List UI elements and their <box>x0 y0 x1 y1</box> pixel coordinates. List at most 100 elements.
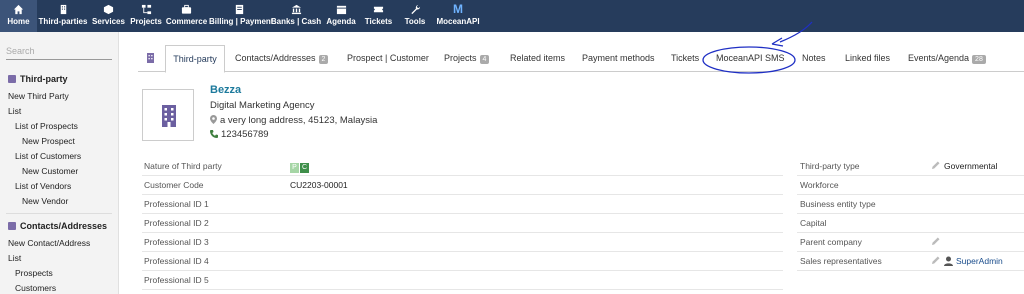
tab-payment-methods[interactable]: Payment methods <box>582 45 655 72</box>
phone-icon <box>210 130 218 138</box>
ticket-icon <box>373 6 384 13</box>
menu-tickets[interactable]: Tickets <box>360 0 397 32</box>
field-row: Parent company <box>797 233 1024 252</box>
field-row: Business entity type <box>797 195 1024 214</box>
thirdparty-name: Bezza <box>210 84 242 96</box>
briefcase-icon <box>181 4 192 14</box>
field-label: Professional ID 3 <box>144 237 209 247</box>
menu-moceanapi[interactable]: M MoceanAPI <box>433 0 483 32</box>
tab-label: Notes <box>802 53 826 63</box>
menu-services-label: Services <box>92 17 125 26</box>
pencil-icon[interactable] <box>932 237 940 245</box>
field-row: Sales representatives SuperAdmin <box>797 252 1024 271</box>
tab-tickets[interactable]: Tickets <box>671 45 699 72</box>
sidebar-item-new-third-party[interactable]: New Third Party <box>8 91 69 101</box>
tab-notes[interactable]: Notes <box>802 45 826 72</box>
thirdparty-phone[interactable]: 123456789 <box>210 129 269 140</box>
tab-third-party[interactable]: Third-party <box>165 45 225 73</box>
field-row: Third-party type Governmental <box>797 157 1024 176</box>
cube-icon <box>103 4 114 15</box>
field-row: Workforce <box>797 176 1024 195</box>
sidebar-item-new-prospect[interactable]: New Prospect <box>22 136 75 146</box>
tab-events-agenda[interactable]: Events/Agenda 28 <box>908 45 986 72</box>
field-label: Professional ID 4 <box>144 256 209 266</box>
address-text: a very long address, 45123, Malaysia <box>220 115 378 126</box>
menu-tools[interactable]: Tools <box>397 0 433 32</box>
menu-projects[interactable]: Projects <box>128 0 164 32</box>
field-label: Workforce <box>800 180 839 190</box>
sidebar-item-list-of-customers[interactable]: List of Customers <box>15 151 81 161</box>
field-row: Capital <box>797 214 1024 233</box>
sales-rep-link[interactable]: SuperAdmin <box>956 256 1003 266</box>
menu-home[interactable]: Home <box>0 0 37 32</box>
tab-label: Projects <box>444 53 477 63</box>
menu-tools-label: Tools <box>404 17 426 26</box>
sidebar-item-new-vendor[interactable]: New Vendor <box>22 196 68 206</box>
tab-label: Events/Agenda <box>908 53 970 63</box>
field-row: Professional ID 2 <box>142 214 783 233</box>
tab-projects[interactable]: Projects 4 <box>444 45 490 72</box>
field-row: Professional ID 4 <box>142 252 783 271</box>
menu-tickets-label: Tickets <box>364 17 393 26</box>
menu-banks-cash-label: Banks | Cash <box>270 17 322 26</box>
tab-related-items[interactable]: Related items <box>510 45 565 72</box>
tab-label: MoceanAPI SMS <box>716 53 785 63</box>
field-row: Customer Code CU2203-00001 <box>142 176 783 195</box>
menu-third-parties-label: Third-parties <box>38 17 88 26</box>
field-label: Capital <box>800 218 827 228</box>
building-icon <box>60 4 66 15</box>
menu-agenda[interactable]: Agenda <box>322 0 360 32</box>
thirdparty-address: a very long address, 45123, Malaysia <box>210 115 377 126</box>
tab-label: Related items <box>510 53 566 63</box>
sidebar-heading-third-party[interactable]: Third-party <box>8 74 68 84</box>
menu-projects-label: Projects <box>130 17 162 26</box>
tab-contacts-addresses[interactable]: Contacts/Addresses 2 <box>235 45 329 72</box>
tab-moceanapi-sms[interactable]: MoceanAPI SMS <box>716 45 785 72</box>
menu-services[interactable]: Services <box>89 0 128 32</box>
contact-card-icon <box>8 222 16 230</box>
sidebar-item-customers[interactable]: Customers <box>15 283 56 293</box>
menu-agenda-label: Agenda <box>326 17 356 26</box>
menu-third-parties[interactable]: Third-parties <box>37 0 89 32</box>
sidebar-item-new-customer[interactable]: New Customer <box>22 166 78 176</box>
menu-home-label: Home <box>7 17 30 26</box>
tab-label: Contacts/Addresses <box>235 53 316 63</box>
field-label: Sales representatives <box>800 256 882 266</box>
field-label: Parent company <box>800 237 862 247</box>
field-row: Professional ID 3 <box>142 233 783 252</box>
user-avatar-icon <box>944 256 953 266</box>
customer-code-value: CU2203-00001 <box>290 180 348 190</box>
sales-rep-value[interactable]: SuperAdmin <box>944 256 1003 266</box>
field-row: Professional ID 5 <box>142 271 783 290</box>
sidebar-item-list-of-vendors[interactable]: List of Vendors <box>15 181 71 191</box>
invoice-icon <box>235 4 244 15</box>
tab-prospect-customer[interactable]: Prospect | Customer <box>347 45 429 72</box>
building-icon[interactable] <box>146 53 155 63</box>
tab-label: Linked files <box>845 53 891 63</box>
sidebar-item-prospects[interactable]: Prospects <box>15 268 53 278</box>
pencil-icon[interactable] <box>932 256 940 264</box>
thirdparty-logo[interactable] <box>142 89 194 141</box>
sidebar-item-contact-list[interactable]: List <box>8 253 21 263</box>
tab-label: Tickets <box>671 53 700 63</box>
pencil-icon[interactable] <box>932 161 940 169</box>
sidebar-item-list-of-prospects[interactable]: List of Prospects <box>15 121 78 131</box>
field-label: Professional ID 1 <box>144 199 209 209</box>
sidebar-item-new-contact[interactable]: New Contact/Address <box>8 238 90 248</box>
sidebar-heading-contacts[interactable]: Contacts/Addresses <box>8 221 107 231</box>
building-icon <box>8 75 16 83</box>
menu-billing-payment[interactable]: Billing | Payment <box>209 0 273 32</box>
tab-linked-files[interactable]: Linked files <box>845 45 890 72</box>
field-label: Nature of Third party <box>144 161 222 171</box>
thirdparty-type-value: Governmental <box>944 161 998 171</box>
tab-label: Third-party <box>173 54 217 64</box>
search-input[interactable] <box>6 42 112 60</box>
bank-icon <box>291 4 301 15</box>
menu-banks-cash[interactable]: Banks | Cash <box>270 0 322 32</box>
field-row: Professional ID 1 <box>142 195 783 214</box>
field-label: Professional ID 2 <box>144 218 209 228</box>
sidebar-heading-label: Third-party <box>20 74 68 84</box>
count-badge: 28 <box>972 55 986 64</box>
sidebar-item-list[interactable]: List <box>8 106 21 116</box>
menu-commerce[interactable]: Commerce <box>164 0 209 32</box>
